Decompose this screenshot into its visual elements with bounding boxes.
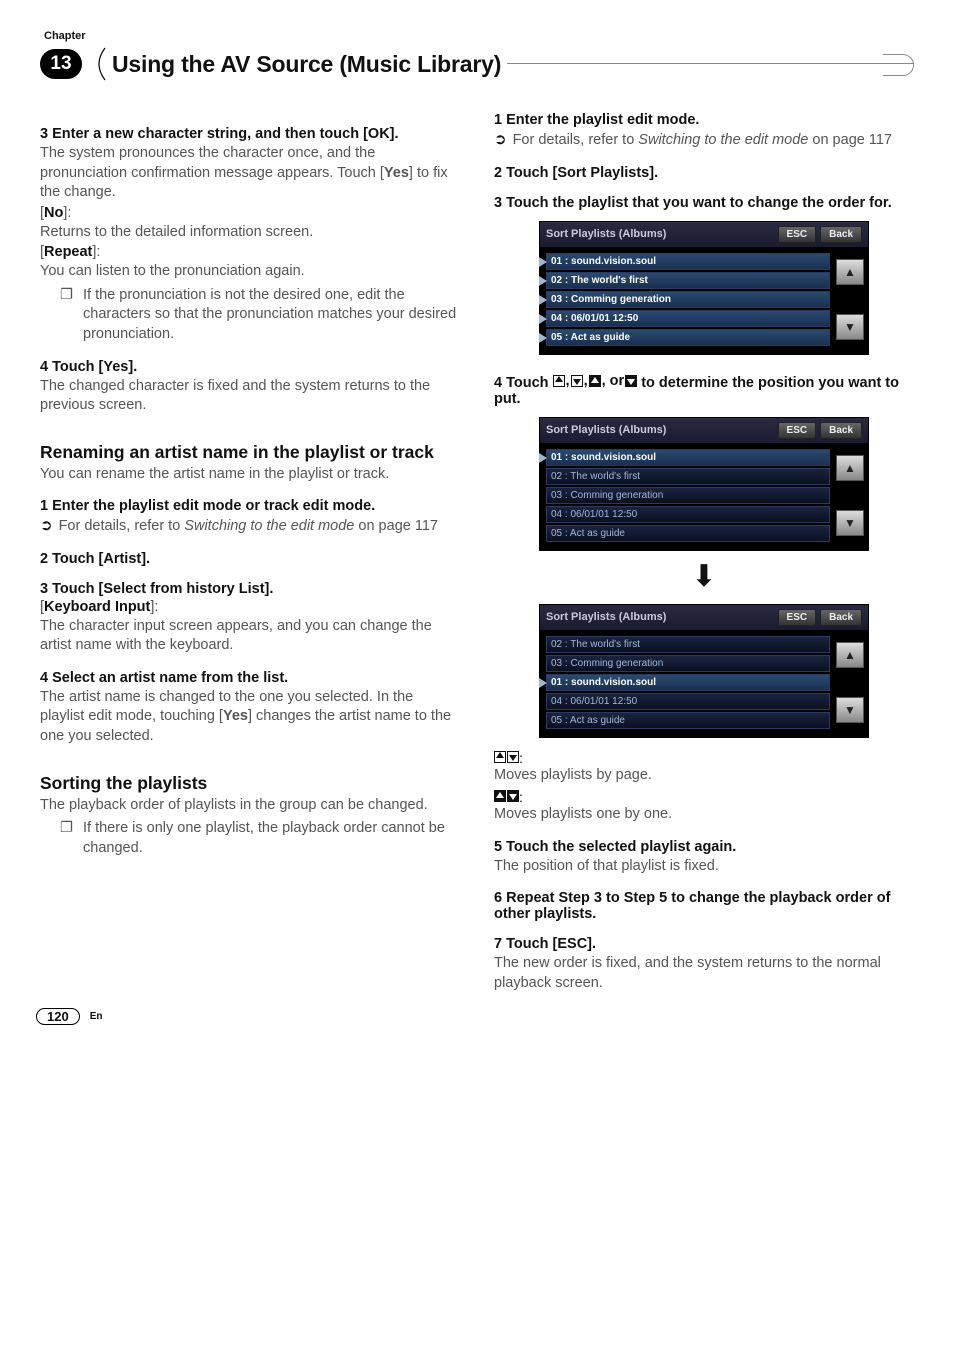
page-number: 120 (36, 1008, 80, 1025)
list-item[interactable]: 03 : Comming generation (546, 291, 830, 308)
rename-intro: You can rename the artist name in the pl… (40, 465, 460, 485)
right-step-3: 3 Touch the playlist that you want to ch… (494, 195, 914, 211)
step-3-title: 3 Enter a new character string, and then… (40, 126, 460, 142)
step-3-body: The system pronounces the character once… (40, 144, 460, 203)
right-step-2: 2 Touch [Sort Playlists]. (494, 165, 914, 181)
page-down-button[interactable]: ▼ (836, 510, 864, 536)
title-rule (507, 63, 914, 64)
page-title: Using the AV Source (Music Library) (112, 51, 501, 78)
left-column: 3 Enter a new character string, and then… (40, 112, 460, 993)
page-footer: 120 En (36, 1008, 102, 1025)
page-lang: En (90, 1011, 103, 1022)
esc-button[interactable]: ESC (778, 226, 817, 243)
right-step-5: 5 Touch the selected playlist again. (494, 839, 914, 855)
step-4-body: The changed character is fixed and the s… (40, 377, 460, 416)
right-step-7: 7 Touch [ESC]. (494, 936, 914, 952)
right-column: 1 Enter the playlist edit mode. ➲For det… (494, 112, 914, 993)
back-button[interactable]: Back (820, 226, 862, 243)
nav-icons-inline: , , , or (553, 373, 638, 389)
outline-down-icon (507, 751, 519, 763)
list-item[interactable]: 05 : Act as guide (546, 525, 830, 542)
outline-up-icon (553, 375, 565, 387)
outline-down-icon (571, 375, 583, 387)
page-down-button[interactable]: ▼ (836, 697, 864, 723)
right-step-7-body: The new order is fixed, and the system r… (494, 954, 914, 993)
rename-step-4-body: The artist name is changed to the one yo… (40, 688, 460, 747)
screenshot-title: Sort Playlists (Albums) (546, 228, 774, 240)
list-item[interactable]: 04 : 06/01/01 12:50 (546, 693, 830, 710)
page-up-button[interactable]: ▲ (836, 259, 864, 285)
filled-up-icon (494, 790, 506, 802)
filled-down-icon (507, 790, 519, 802)
option-no: [No]: (40, 205, 460, 221)
step-3-note: ❐ If the pronunciation is not the desire… (60, 286, 460, 345)
outline-up-icon (494, 751, 506, 763)
sort-intro: The playback order of playlists in the g… (40, 796, 460, 816)
icon-legend-page: : Moves playlists by page. (494, 750, 914, 786)
heading-sort: Sorting the playlists (40, 773, 460, 794)
esc-button[interactable]: ESC (778, 422, 817, 439)
rename-step-2: 2 Touch [Artist]. (40, 551, 460, 567)
rename-step-3-body: The character input screen appears, and … (40, 617, 460, 656)
list-item[interactable]: 03 : Comming generation (546, 655, 830, 672)
filled-up-icon (589, 375, 601, 387)
list-item[interactable]: 01 : sound.vision.soul (546, 253, 830, 270)
header-row: 13 Using the AV Source (Music Library) (40, 44, 914, 84)
right-step-4: 4 Touch , , , or to determine the positi… (494, 373, 914, 407)
list-item[interactable]: 02 : The world's first (546, 468, 830, 485)
paren-left-icon (92, 47, 106, 81)
rename-ref-1: ➲For details, refer to Switching to the … (40, 516, 460, 537)
heading-rename: Renaming an artist name in the playlist … (40, 442, 460, 463)
back-button[interactable]: Back (820, 609, 862, 626)
icon-legend-one: : Moves playlists one by one. (494, 789, 914, 825)
rename-step-3-option: [Keyboard Input]: (40, 599, 460, 615)
chapter-label: Chapter (44, 30, 914, 42)
screenshot-sort-c: Sort Playlists (Albums) ESC Back 02 : Th… (539, 604, 869, 738)
list-item[interactable]: 04 : 06/01/01 12:50 (546, 506, 830, 523)
rename-step-3: 3 Touch [Select from history List]. (40, 581, 460, 597)
list-item[interactable]: 01 : sound.vision.soul (546, 674, 830, 691)
bullet-icon: ❐ (60, 819, 73, 858)
rename-step-1: 1 Enter the playlist edit mode or track … (40, 498, 460, 514)
screenshot-title: Sort Playlists (Albums) (546, 611, 774, 623)
hand-icon: ➲ (494, 131, 507, 148)
page-up-button[interactable]: ▲ (836, 642, 864, 668)
right-ref-1: ➲For details, refer to Switching to the … (494, 130, 914, 151)
filled-down-icon (625, 375, 637, 387)
list-item[interactable]: 02 : The world's first (546, 636, 830, 653)
back-button[interactable]: Back (820, 422, 862, 439)
screenshot-sort-a: Sort Playlists (Albums) ESC Back 01 : so… (539, 221, 869, 355)
page-down-button[interactable]: ▼ (836, 314, 864, 340)
list-item[interactable]: 05 : Act as guide (546, 712, 830, 729)
option-repeat: [Repeat]: (40, 244, 460, 260)
screenshot-sort-b: Sort Playlists (Albums) ESC Back 01 : so… (539, 417, 869, 551)
list-item[interactable]: 03 : Comming generation (546, 487, 830, 504)
right-step-6: 6 Repeat Step 3 to Step 5 to change the … (494, 890, 914, 922)
chapter-number-bubble: 13 (40, 49, 82, 79)
list-item[interactable]: 02 : The world's first (546, 272, 830, 289)
option-repeat-body: You can listen to the pronunciation agai… (40, 262, 460, 282)
esc-button[interactable]: ESC (778, 609, 817, 626)
right-step-5-body: The position of that playlist is fixed. (494, 857, 914, 877)
right-step-1: 1 Enter the playlist edit mode. (494, 112, 914, 128)
sort-note: ❐ If there is only one playlist, the pla… (60, 819, 460, 858)
page-up-button[interactable]: ▲ (836, 455, 864, 481)
rename-step-4: 4 Select an artist name from the list. (40, 670, 460, 686)
step-4-title: 4 Touch [Yes]. (40, 359, 460, 375)
list-item[interactable]: 05 : Act as guide (546, 329, 830, 346)
list-item[interactable]: 04 : 06/01/01 12:50 (546, 310, 830, 327)
hand-icon: ➲ (40, 517, 53, 534)
option-no-body: Returns to the detailed information scre… (40, 223, 460, 243)
down-arrow-icon: ⬇ (494, 559, 914, 594)
screenshot-title: Sort Playlists (Albums) (546, 424, 774, 436)
bullet-icon: ❐ (60, 286, 73, 345)
list-item[interactable]: 01 : sound.vision.soul (546, 449, 830, 466)
